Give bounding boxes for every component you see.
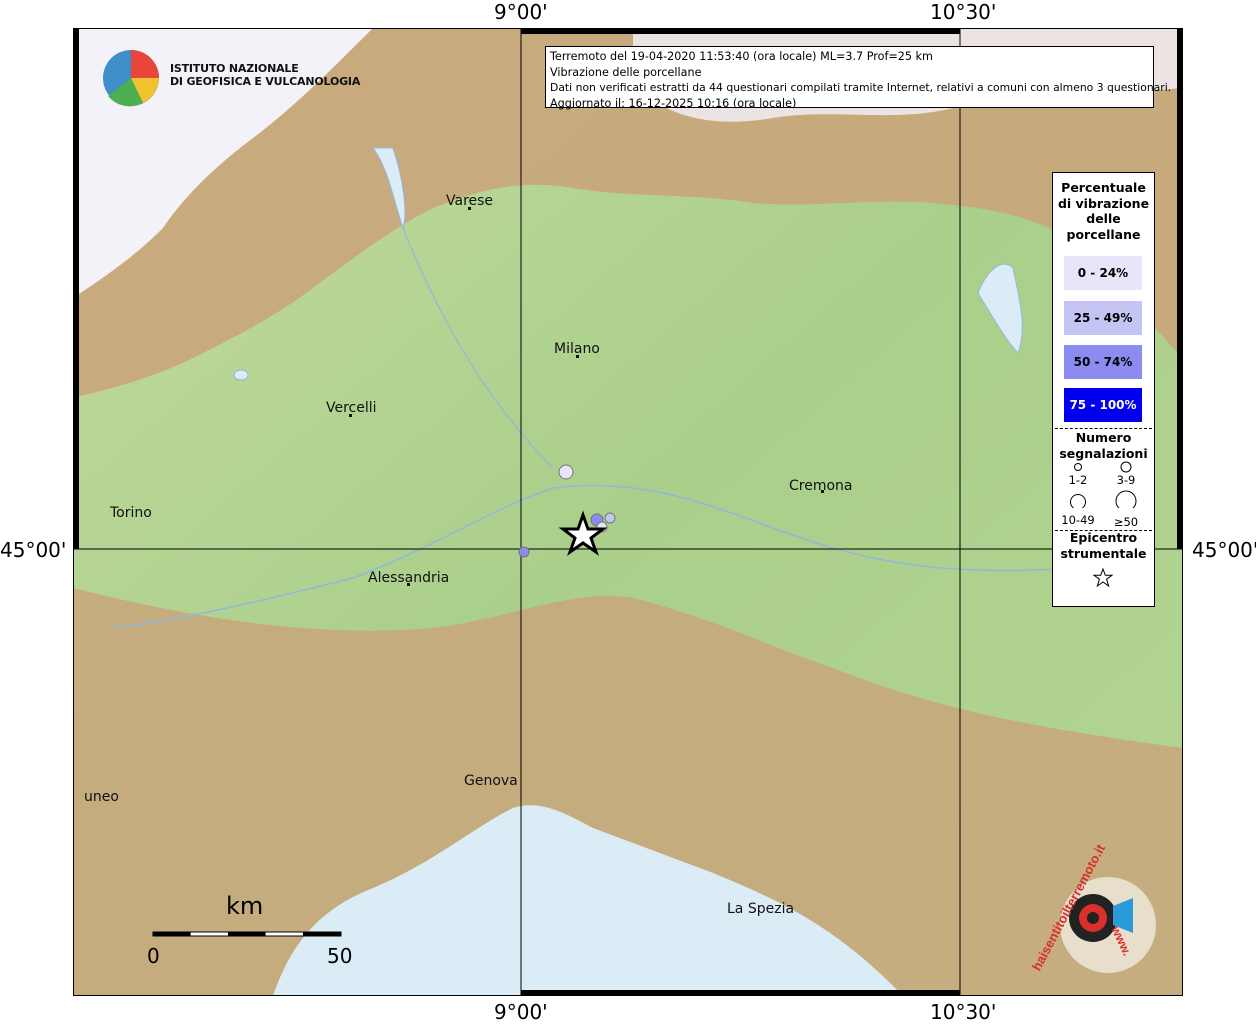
city-label: Genova bbox=[464, 773, 518, 789]
lon-label-top-2: 10°30' bbox=[930, 0, 997, 24]
lat-label-left: 45°00' bbox=[0, 538, 67, 562]
city-marker bbox=[576, 355, 579, 358]
lon-label-bottom-1: 9°00' bbox=[494, 1000, 548, 1024]
scale-unit-label: km bbox=[226, 892, 264, 920]
city-marker bbox=[821, 490, 824, 493]
lat-label-right: 45°00' bbox=[1192, 538, 1256, 562]
ingv-logo bbox=[103, 50, 159, 107]
legend-class-0: 0 - 24% bbox=[1064, 256, 1142, 290]
brand-logo-url: haisentitoilterremoto.it bbox=[1028, 841, 1109, 974]
legend-circle-3-9 bbox=[1120, 461, 1132, 473]
frame-bar-right-top bbox=[1177, 28, 1183, 549]
legend-title-line: porcellane bbox=[1066, 226, 1141, 242]
frame-bar-bottom bbox=[521, 990, 960, 996]
observation-point[interactable] bbox=[604, 512, 616, 524]
scale-bar bbox=[152, 931, 342, 937]
info-line-3: Dati non verificati estratti da 44 quest… bbox=[550, 81, 1172, 94]
legend-class-3: 75 - 100% bbox=[1064, 388, 1142, 422]
legend-epicenter-title-line: strumentale bbox=[1060, 545, 1147, 561]
city-label: La Spezia bbox=[727, 901, 795, 917]
info-line-2: Vibrazione delle porcellane bbox=[550, 65, 702, 79]
legend-circle-50 bbox=[1115, 490, 1137, 508]
legend-circle-10-49 bbox=[1070, 494, 1086, 508]
info-line-4: Aggiornato il: 16-12-2025 10:16 (ora loc… bbox=[550, 96, 797, 110]
city-label: Torino bbox=[110, 505, 152, 521]
city-marker bbox=[349, 414, 352, 417]
small-lake bbox=[233, 369, 249, 381]
legend-title: Percentuale di vibrazione delle porcella… bbox=[1053, 180, 1154, 242]
frame-bar-left-top bbox=[73, 28, 79, 549]
ingv-logo-line1: ISTITUTO NAZIONALE bbox=[170, 62, 299, 75]
legend-count-label: ≥50 bbox=[1113, 515, 1139, 529]
legend-divider bbox=[1055, 428, 1152, 429]
lon-label-bottom-2: 10°30' bbox=[930, 1000, 997, 1024]
brand-logo-prefix: www. bbox=[1108, 924, 1135, 958]
info-line-1: Terremoto del 19-04-2020 11:53:40 (ora l… bbox=[550, 50, 933, 63]
legend-class-2: 50 - 74% bbox=[1064, 345, 1142, 379]
legend-title-line: di vibrazione bbox=[1057, 195, 1150, 211]
legend-count-label: 1-2 bbox=[1068, 473, 1088, 487]
legend-count-title-line: Numero bbox=[1075, 430, 1132, 445]
ingv-logo-text: ISTITUTO NAZIONALE DI GEOFISICA E VULCAN… bbox=[170, 62, 360, 88]
legend-epicenter-title-line: Epicentro bbox=[1069, 530, 1138, 545]
city-marker bbox=[407, 583, 410, 586]
scale-max-label: 50 bbox=[327, 944, 353, 968]
legend-title-line: delle bbox=[1086, 211, 1121, 226]
frame-bar-top bbox=[521, 28, 960, 34]
legend-star-icon bbox=[1093, 568, 1113, 588]
legend-count-label: 10-49 bbox=[1061, 513, 1095, 527]
lon-label-top-1: 9°00' bbox=[494, 0, 548, 24]
scale-min-label: 0 bbox=[147, 944, 160, 968]
observation-point[interactable] bbox=[558, 464, 574, 480]
brand-logo-text: haisentitoilterremoto.it www. bbox=[1010, 842, 1180, 973]
legend-epicenter-title: Epicentro strumentale bbox=[1053, 530, 1154, 561]
legend-count-label: 3-9 bbox=[1116, 473, 1136, 487]
ingv-logo-line2: DI GEOFISICA E VULCANOLOGIA bbox=[170, 75, 361, 88]
city-label: uneo bbox=[84, 789, 119, 805]
observation-point[interactable] bbox=[518, 546, 530, 558]
earthquake-info-box: Terremoto del 19-04-2020 11:53:40 (ora l… bbox=[545, 46, 1172, 110]
legend-count-title: Numero segnalazioni bbox=[1053, 430, 1154, 461]
legend-class-1: 25 - 49% bbox=[1064, 301, 1142, 335]
city-marker bbox=[468, 207, 471, 210]
legend-title-line: Percentuale bbox=[1061, 180, 1146, 195]
legend-panel: Percentuale di vibrazione delle porcella… bbox=[1052, 172, 1155, 607]
legend-circle-1-2 bbox=[1074, 463, 1082, 471]
